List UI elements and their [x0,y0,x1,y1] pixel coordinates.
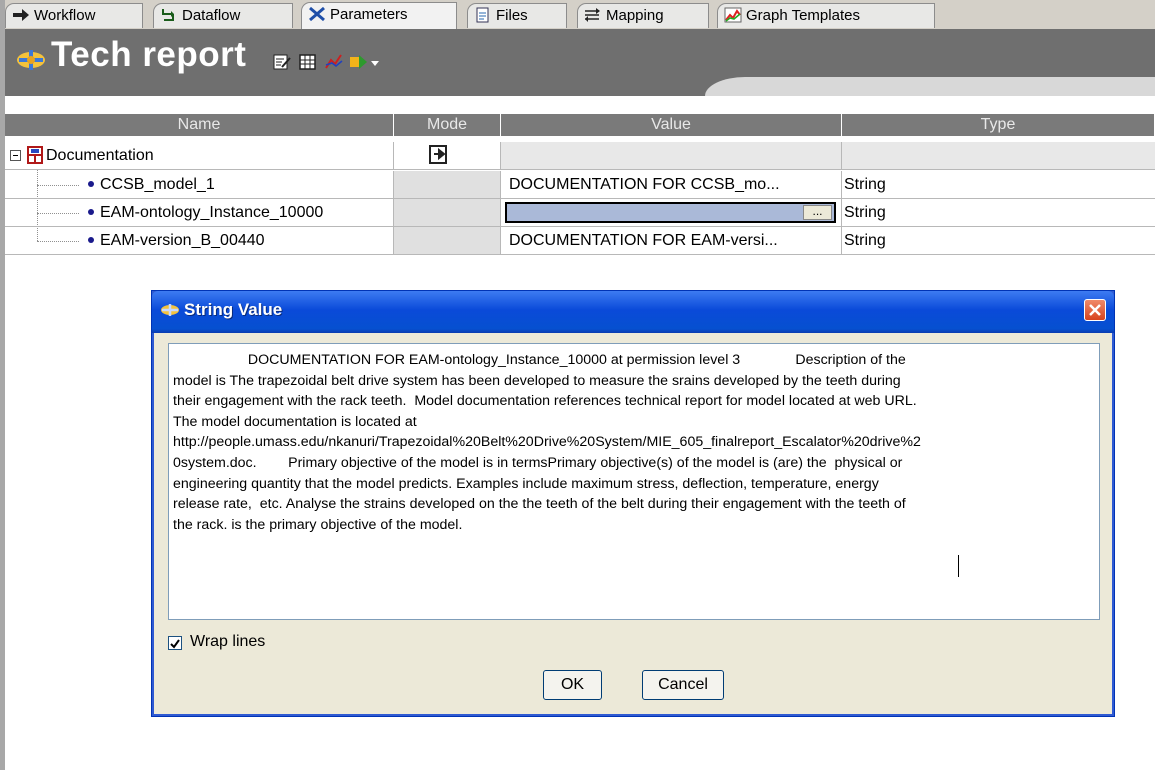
tab-graph-templates[interactable]: Graph Templates [717,3,935,28]
group-name-cell: Documentation [5,142,394,169]
graph-icon[interactable] [325,53,343,71]
string-value-textarea[interactable]: DOCUMENTATION FOR EAM-ontology_Instance_… [168,343,1100,620]
column-header-name[interactable]: Name [5,114,394,136]
run-icon[interactable] [349,53,381,71]
app-logo-icon [15,47,47,78]
param-name: EAM-ontology_Instance_10000 [100,204,324,221]
bullet-icon [88,209,94,215]
app-logo-icon [160,302,180,323]
dialog-title-bar[interactable]: String Value [152,291,1114,333]
tab-mapping[interactable]: Mapping [577,3,709,28]
param-name-cell: CCSB_model_1 [5,171,394,198]
string-value-dialog: String Value DOCUMENTATION FOR EAM-ontol… [151,290,1115,717]
table-row[interactable]: EAM-version_B_00440 DOCUMENTATION FOR EA… [5,227,1155,255]
param-value-cell[interactable]: DOCUMENTATION FOR CCSB_mo... [501,171,842,198]
output-mode-icon [429,145,451,169]
text-caret [958,555,959,577]
group-type-cell [842,142,1155,169]
text-line: 0system.doc. Primary objective of the mo… [173,454,903,471]
param-mode-cell[interactable] [394,199,501,226]
text-line: DOCUMENTATION FOR EAM-ontology_Instance_… [173,352,906,368]
dialog-title: String Value [184,300,283,319]
edit-icon[interactable] [273,53,291,71]
files-icon [474,7,492,23]
tab-files[interactable]: Files [467,3,567,28]
table-icon[interactable] [299,53,317,71]
group-name: Documentation [46,147,154,164]
text-line: The model documentation is located at [173,413,417,430]
param-name-cell: EAM-ontology_Instance_10000 [5,199,394,226]
tab-label: Files [496,7,528,24]
text-line: engineering quantity that the model pred… [173,475,879,492]
column-header-type[interactable]: Type [842,114,1155,136]
param-name: CCSB_model_1 [100,176,215,193]
arrow-right-icon [12,7,30,23]
text-line: their engagement with the rack teeth. Mo… [173,393,917,410]
column-header-mode[interactable]: Mode [394,114,501,136]
tab-label: Graph Templates [746,7,860,24]
param-type-cell: String [844,176,886,193]
header-notch [705,77,1155,96]
cancel-button[interactable]: Cancel [642,670,724,700]
text-line: model is The trapezoidal belt drive syst… [173,372,901,389]
tab-label: Parameters [330,6,408,23]
param-name-cell: EAM-version_B_00440 [5,227,394,254]
tab-label: Workflow [34,7,96,24]
param-value-cell[interactable]: DOCUMENTATION FOR EAM-versi... [501,227,842,254]
folder-group-icon [27,146,43,169]
tab-label: Mapping [606,7,664,24]
table-row[interactable]: EAM-ontology_Instance_10000 ... String [5,199,1155,227]
group-value-cell [501,142,842,169]
chart-icon [724,7,742,23]
dataflow-icon [160,7,178,23]
bullet-icon [88,181,94,187]
wrap-lines-label: Wrap lines [190,633,266,650]
ok-button[interactable]: OK [543,670,602,700]
wrap-lines-checkbox[interactable] [168,636,182,650]
parameters-icon [308,6,326,22]
text-line: the rack. is the primary objective of th… [173,516,463,533]
close-button[interactable] [1084,299,1106,321]
tab-bar: Workflow Dataflow Parameters Files Mappi… [5,0,1155,30]
dialog-body: DOCUMENTATION FOR EAM-ontology_Instance_… [156,333,1112,714]
group-mode-cell[interactable] [394,142,501,169]
checkmark-icon [170,639,180,649]
close-icon [1089,304,1101,316]
param-mode-cell[interactable] [394,227,501,254]
table-row-group[interactable]: Documentation [5,142,1155,170]
param-mode-cell[interactable] [394,171,501,198]
text-line: http://people.umass.edu/nkanuri/Trapezoi… [173,434,921,451]
page-title: Tech report [51,35,247,74]
value-edit-field[interactable] [505,202,836,223]
mapping-icon [584,7,602,23]
table-row[interactable]: CCSB_model_1 DOCUMENTATION FOR CCSB_mo..… [5,171,1155,199]
ellipsis-button[interactable]: ... [803,205,832,220]
param-value-editor[interactable]: ... [501,199,842,226]
param-type-cell: String [844,204,886,221]
bullet-icon [88,237,94,243]
page-header: Tech report [5,29,1155,96]
text-line: release rate, etc. Analyse the strains d… [173,496,906,513]
column-header-value[interactable]: Value [501,114,842,136]
tab-parameters[interactable]: Parameters [301,2,457,29]
param-type-cell: String [844,232,886,249]
tab-label: Dataflow [182,7,241,24]
tab-dataflow[interactable]: Dataflow [153,3,293,28]
collapse-icon[interactable] [10,150,21,161]
tab-workflow[interactable]: Workflow [5,3,143,28]
param-name: EAM-version_B_00440 [100,232,265,249]
